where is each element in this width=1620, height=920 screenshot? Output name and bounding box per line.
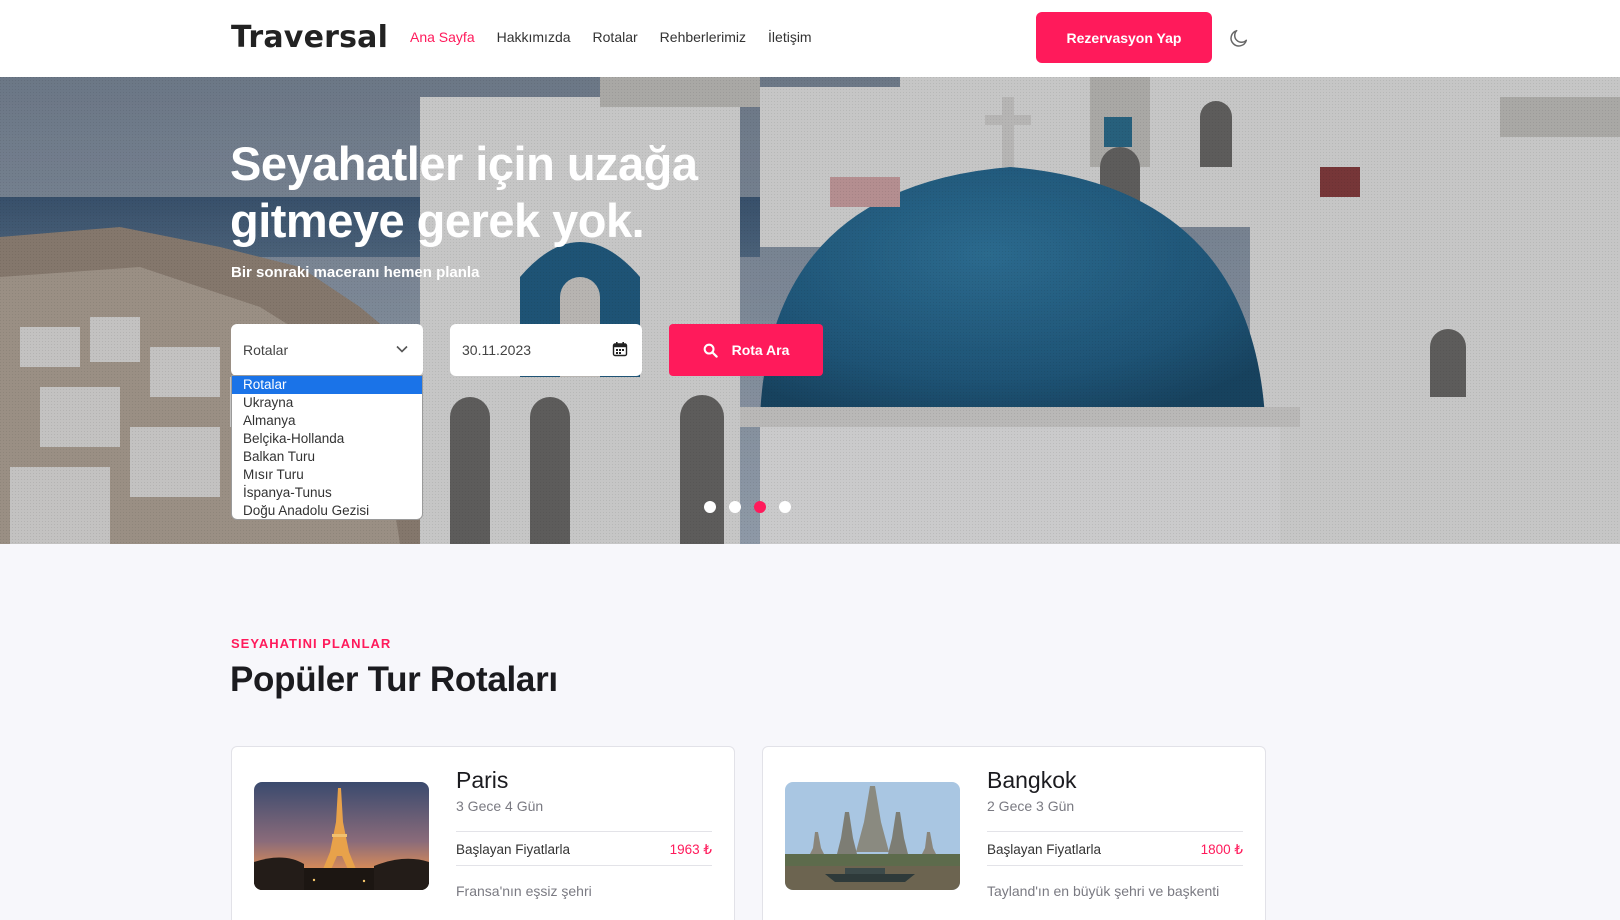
- tour-city: Bangkok: [987, 767, 1077, 793]
- divider: [987, 831, 1243, 832]
- route-option[interactable]: Almanya: [232, 412, 422, 430]
- reserve-button[interactable]: Rezervasyon Yap: [1036, 12, 1212, 63]
- main-nav: Ana Sayfa Hakkımızda Rotalar Rehberlerim…: [410, 29, 834, 45]
- divider: [456, 865, 712, 866]
- moon-icon[interactable]: [1228, 27, 1250, 49]
- search-icon: [703, 343, 718, 358]
- route-dropdown-list: Rotalar Ukrayna Almanya Belçika-Hollanda…: [231, 375, 423, 520]
- calendar-icon[interactable]: [612, 341, 628, 357]
- divider: [456, 831, 712, 832]
- slider-dot-4[interactable]: [779, 501, 791, 513]
- hero-subtitle: Bir sonraki maceranı hemen planla: [231, 264, 480, 281]
- tour-duration: 3 Gece 4 Gün: [456, 798, 544, 814]
- slider-dot-3[interactable]: [754, 501, 766, 513]
- route-option[interactable]: Balkan Turu: [232, 448, 422, 466]
- site-header: Traversal Ana Sayfa Hakkımızda Rotalar R…: [0, 0, 1620, 77]
- route-option[interactable]: Rotalar: [232, 376, 422, 394]
- route-select[interactable]: Rotalar: [231, 324, 423, 376]
- date-input[interactable]: 30.11.2023: [450, 324, 642, 376]
- nav-item-about[interactable]: Hakkımızda: [497, 29, 571, 45]
- route-option[interactable]: İspanya-Tunus: [232, 484, 422, 502]
- hero-title: Seyahatler için uzağa gitmeye gerek yok.: [230, 135, 790, 249]
- tour-card-paris[interactable]: Paris 3 Gece 4 Gün Başlayan Fiyatlarla 1…: [231, 746, 735, 920]
- route-option[interactable]: Ukrayna: [232, 394, 422, 412]
- search-route-button[interactable]: Rota Ara: [669, 324, 823, 376]
- tour-image-bangkok: [785, 782, 960, 890]
- tour-city: Paris: [456, 767, 509, 793]
- tour-price: 1800 ₺: [1200, 842, 1243, 857]
- tour-description: Fransa'nın eşsiz şehri: [456, 883, 592, 899]
- route-option[interactable]: Mısır Turu: [232, 466, 422, 484]
- tour-price-label: Başlayan Fiyatlarla: [456, 842, 571, 857]
- route-option[interactable]: Belçika-Hollanda: [232, 430, 422, 448]
- tour-price-label: Başlayan Fiyatlarla: [987, 842, 1102, 857]
- nav-item-guides[interactable]: Rehberlerimiz: [660, 29, 746, 45]
- hero-title-line-1: Seyahatler için uzağa: [230, 137, 698, 190]
- nav-item-home[interactable]: Ana Sayfa: [410, 29, 475, 45]
- nav-item-contact[interactable]: İletişim: [768, 29, 812, 45]
- tour-image-paris: [254, 782, 429, 890]
- route-option[interactable]: Doğu Anadolu Gezisi: [232, 502, 422, 520]
- hero-title-line-2: gitmeye gerek yok.: [230, 194, 645, 247]
- divider: [987, 865, 1243, 866]
- slider-dot-2[interactable]: [729, 501, 741, 513]
- site-logo[interactable]: Traversal: [231, 20, 388, 55]
- tour-description: Tayland'ın en büyük şehri ve başkenti: [987, 883, 1220, 899]
- nav-item-routes[interactable]: Rotalar: [593, 29, 638, 45]
- section-title: Popüler Tur Rotaları: [230, 660, 558, 699]
- chevron-down-icon: [396, 345, 408, 353]
- tour-card-bangkok[interactable]: Bangkok 2 Gece 3 Gün Başlayan Fiyatlarla…: [762, 746, 1266, 920]
- route-select-value: Rotalar: [243, 342, 289, 358]
- date-input-value: 30.11.2023: [462, 342, 532, 358]
- slider-dot-1[interactable]: [704, 501, 716, 513]
- slider-dots: [704, 501, 791, 513]
- tour-price: 1963 ₺: [669, 842, 712, 857]
- section-eyebrow: SEYAHATINI PLANLAR: [231, 636, 392, 651]
- tour-duration: 2 Gece 3 Gün: [987, 798, 1075, 814]
- search-route-label: Rota Ara: [731, 342, 790, 358]
